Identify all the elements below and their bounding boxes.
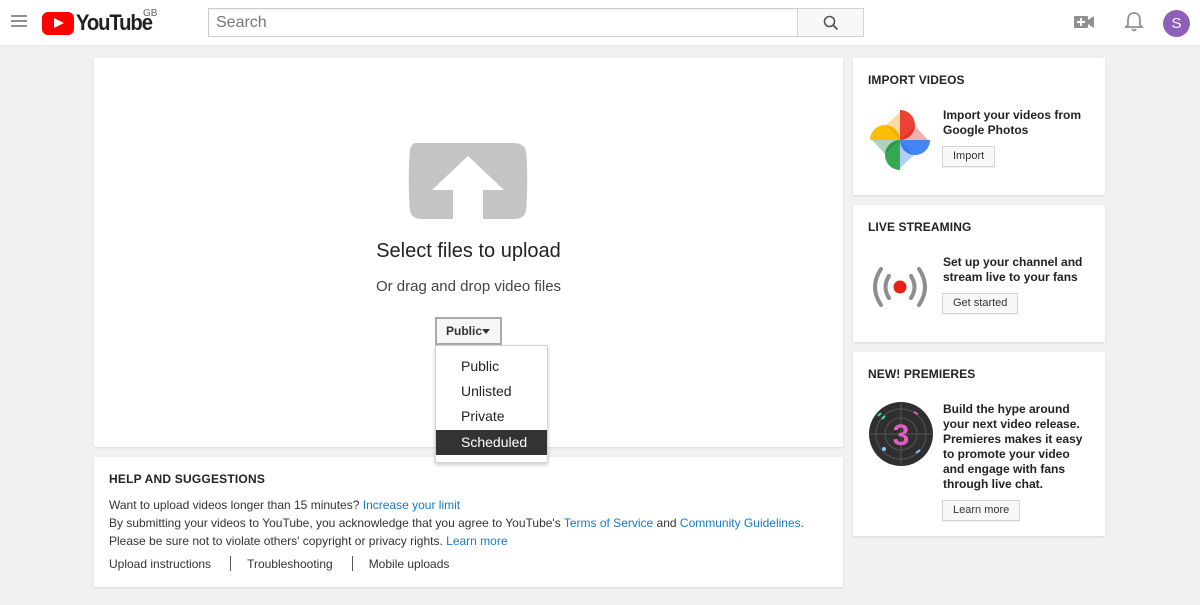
- premieres-desc-line: to promote your video: [943, 447, 1070, 461]
- countdown-digit: 3: [893, 419, 910, 452]
- help-title: HELP AND SUGGESTIONS: [109, 472, 266, 486]
- premieres-title: NEW! PREMIERES: [868, 367, 976, 381]
- help-line-copyright-text: Please be sure not to violate others' co…: [109, 534, 443, 548]
- import-button[interactable]: Import: [942, 146, 996, 167]
- privacy-option-public[interactable]: Public: [436, 354, 547, 379]
- import-desc-line: Import your videos from: [943, 108, 1082, 122]
- premieres-card: NEW! PREMIERES 3 Build the hype around y…: [853, 352, 1105, 536]
- divider: [230, 556, 232, 571]
- learn-more-button[interactable]: Learn more: [942, 500, 1021, 521]
- privacy-option-unlisted[interactable]: Unlisted: [436, 379, 547, 404]
- troubleshooting-link[interactable]: Troubleshooting: [247, 557, 333, 571]
- notifications-icon[interactable]: [1123, 11, 1145, 38]
- help-line-copyright: Please be sure not to violate others' co…: [109, 534, 508, 548]
- import-desc-line: Google Photos: [943, 123, 1029, 137]
- increase-limit-link[interactable]: Increase your limit: [363, 498, 460, 512]
- mobile-uploads-link[interactable]: Mobile uploads: [369, 557, 450, 571]
- menu-icon[interactable]: [11, 15, 27, 29]
- masthead: YouTube GB S: [0, 0, 1200, 46]
- live-desc-line: stream live to your fans: [943, 270, 1078, 284]
- logo-text: YouTube: [76, 10, 153, 35]
- google-photos-icon: [867, 107, 933, 178]
- premieres-desc-line: through live chat.: [943, 477, 1044, 491]
- drag-drop-hint: Or drag and drop video files: [375, 278, 562, 295]
- import-videos-description: Import your videos from Google Photos: [943, 108, 1081, 138]
- upload-arrow-icon[interactable]: [408, 141, 528, 226]
- terms-of-service-link[interactable]: Terms of Service: [564, 516, 653, 530]
- help-line-period: .: [800, 516, 804, 530]
- premieres-desc-line: Build the hype around: [943, 402, 1070, 416]
- youtube-logo[interactable]: YouTube: [42, 10, 158, 36]
- help-line-limit: Want to upload videos longer than 15 min…: [109, 498, 460, 512]
- help-line-terms: By submitting your videos to YouTube, yo…: [109, 516, 804, 530]
- live-broadcast-icon: [869, 264, 931, 315]
- help-line-and: and: [656, 516, 677, 530]
- divider: [351, 556, 353, 571]
- import-videos-title: IMPORT VIDEOS: [868, 73, 965, 87]
- premieres-description: Build the hype around your next video re…: [943, 402, 1082, 492]
- learn-more-link[interactable]: Learn more: [446, 534, 507, 548]
- import-videos-card: IMPORT VIDEOS Import your videos from Go…: [853, 58, 1105, 195]
- live-desc-line: Set up your channel and: [943, 255, 1083, 269]
- help-footer-links: Upload instructions Troubleshooting Mobi…: [109, 556, 449, 571]
- search-button[interactable]: [797, 8, 864, 37]
- live-streaming-description: Set up your channel and stream live to y…: [943, 255, 1082, 285]
- live-streaming-card: LIVE STREAMING Set up your channel and s…: [853, 205, 1105, 342]
- premieres-countdown-icon: 3: [868, 401, 934, 472]
- privacy-dropdown-label: Public: [446, 324, 483, 338]
- help-suggestions-panel: HELP AND SUGGESTIONS Want to upload vide…: [94, 457, 843, 587]
- help-line-limit-text: Want to upload videos longer than 15 min…: [109, 498, 360, 512]
- country-code: GB: [143, 8, 158, 19]
- youtube-play-icon: [42, 11, 74, 35]
- live-streaming-title: LIVE STREAMING: [868, 220, 972, 234]
- create-video-icon[interactable]: [1073, 13, 1095, 36]
- community-guidelines-link[interactable]: Community Guidelines: [680, 516, 801, 530]
- privacy-option-private[interactable]: Private: [436, 404, 547, 429]
- avatar[interactable]: S: [1163, 10, 1190, 37]
- search-icon: [823, 15, 839, 31]
- premieres-desc-line: and engage with fans: [943, 462, 1066, 476]
- premieres-desc-line: your next video release.: [943, 417, 1080, 431]
- privacy-option-scheduled[interactable]: Scheduled: [436, 430, 547, 455]
- privacy-menu: Public Unlisted Private Scheduled: [435, 345, 548, 463]
- help-line-terms-text: By submitting your videos to YouTube, yo…: [109, 516, 561, 530]
- caret-down-icon: [482, 329, 490, 334]
- select-files-title[interactable]: Select files to upload: [94, 240, 843, 263]
- search-input[interactable]: [208, 8, 798, 37]
- premieres-desc-line: Premieres makes it easy: [943, 432, 1083, 446]
- get-started-button[interactable]: Get started: [942, 293, 1019, 314]
- privacy-dropdown[interactable]: Public: [435, 317, 502, 345]
- upload-instructions-link[interactable]: Upload instructions: [109, 557, 211, 571]
